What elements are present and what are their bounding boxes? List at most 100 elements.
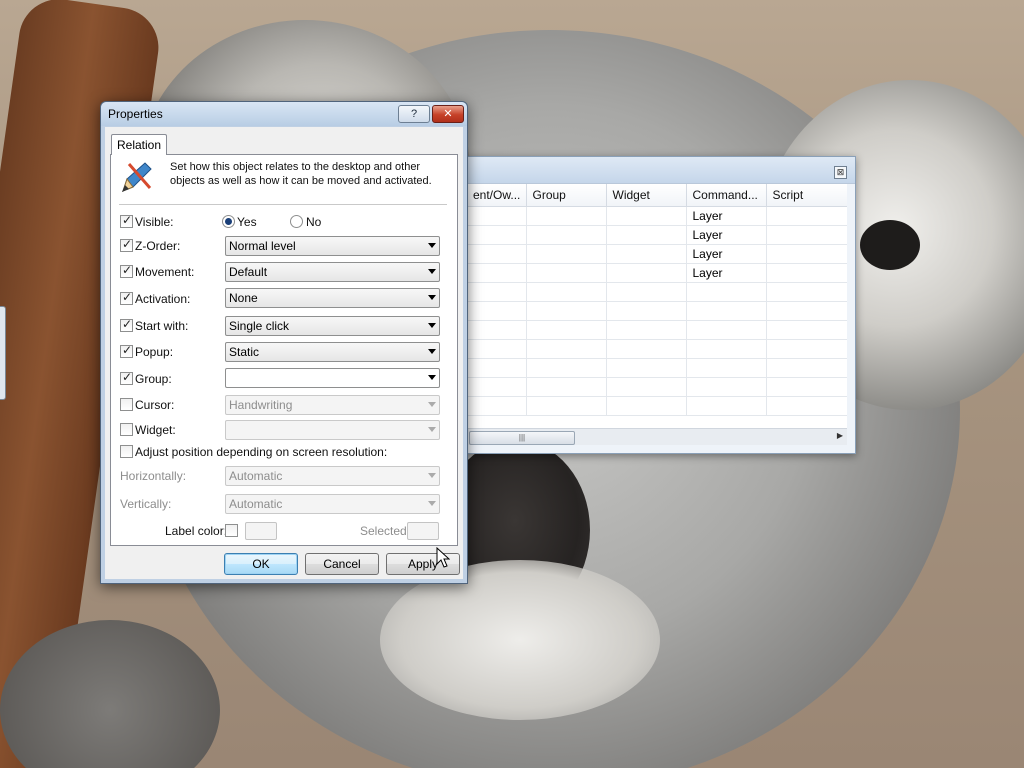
table-cell — [526, 225, 607, 245]
activation-select[interactable]: None — [225, 288, 440, 308]
startwith-checkbox[interactable]: ✓ — [120, 317, 133, 332]
table-cell — [467, 358, 527, 378]
table-cell — [467, 396, 527, 416]
grid-column-header[interactable]: Widget — [606, 184, 687, 207]
table-row[interactable]: Layer — [467, 263, 847, 283]
cancel-button[interactable]: Cancel — [305, 553, 379, 575]
grid-window-titlebar[interactable]: ⊠ — [467, 157, 855, 184]
table-cell — [467, 244, 527, 264]
table-row[interactable] — [467, 339, 847, 359]
table-cell — [467, 282, 527, 302]
table-cell — [526, 377, 607, 397]
table-row[interactable] — [467, 358, 847, 378]
visible-yes-label[interactable]: Yes — [237, 215, 257, 229]
table-cell: Layer — [686, 263, 767, 283]
scrollbar-thumb[interactable]: ||| — [469, 431, 575, 445]
visible-yes-radio[interactable] — [222, 215, 235, 228]
table-row[interactable] — [467, 396, 847, 416]
activation-value: None — [229, 291, 258, 305]
widget-checkbox[interactable] — [120, 423, 133, 436]
grid-column-header[interactable]: Script — [766, 184, 847, 207]
grid-header-row: ent/Ow... Group Widget Command... Script — [467, 184, 847, 207]
table-row[interactable] — [467, 301, 847, 321]
table-row[interactable]: Layer — [467, 244, 847, 264]
table-cell — [606, 206, 687, 226]
label-color-swatch[interactable] — [245, 522, 277, 540]
cursor-checkbox[interactable] — [120, 398, 133, 411]
adjust-position-label[interactable]: Adjust position depending on screen reso… — [135, 445, 387, 459]
properties-dialog: Properties ? ✕ Relation Set how this obj… — [100, 101, 468, 584]
help-button[interactable]: ? — [398, 105, 430, 123]
ok-button[interactable]: OK — [224, 553, 298, 575]
zorder-checkbox[interactable]: ✓ — [120, 237, 133, 252]
movement-checkbox[interactable]: ✓ — [120, 263, 133, 278]
table-cell — [467, 339, 527, 359]
dropdown-arrow-icon — [428, 243, 436, 248]
horizontally-value: Automatic — [229, 469, 283, 483]
table-cell — [686, 301, 767, 321]
popup-select[interactable]: Static — [225, 342, 440, 362]
visible-no-radio[interactable] — [290, 215, 303, 228]
table-cell — [526, 320, 607, 340]
table-cell: Layer — [686, 206, 767, 226]
table-cell — [606, 301, 687, 321]
table-row[interactable] — [467, 320, 847, 340]
relation-pencil-icon — [122, 162, 152, 192]
selected-color-swatch[interactable] — [407, 522, 439, 540]
popup-checkbox[interactable]: ✓ — [120, 343, 133, 358]
table-cell — [606, 282, 687, 302]
visible-no-label[interactable]: No — [306, 215, 321, 229]
startwith-select[interactable]: Single click — [225, 316, 440, 336]
desktop-edge-tab[interactable] — [0, 306, 6, 400]
table-row[interactable] — [467, 377, 847, 397]
table-row[interactable]: Layer — [467, 225, 847, 245]
dropdown-arrow-icon — [428, 323, 436, 328]
horizontal-scrollbar[interactable]: ||| ▶ — [467, 428, 847, 445]
check-icon: ✓ — [122, 263, 133, 277]
grid-column-header[interactable]: ent/Ow... — [467, 184, 527, 207]
grid-column-header[interactable]: Group — [526, 184, 607, 207]
label-color-label: Label color: — [165, 524, 228, 538]
label-color-checkbox[interactable] — [225, 524, 238, 537]
horizontally-label: Horizontally: — [120, 469, 187, 483]
table-cell — [467, 263, 527, 283]
widget-select[interactable] — [225, 420, 440, 440]
radio-dot-icon — [225, 218, 232, 225]
visible-checkbox[interactable]: ✓ — [120, 213, 133, 228]
mouse-pointer-icon — [436, 547, 450, 568]
group-select[interactable] — [225, 368, 440, 388]
table-cell: Layer — [686, 225, 767, 245]
table-cell — [686, 282, 767, 302]
grid-table: ent/Ow... Group Widget Command... Script Lay… — [467, 184, 847, 428]
table-cell — [766, 206, 847, 226]
close-icon[interactable]: ⊠ — [834, 166, 847, 179]
vertically-select[interactable]: Automatic — [225, 494, 440, 514]
zorder-select[interactable]: Normal level — [225, 236, 440, 256]
group-checkbox[interactable]: ✓ — [120, 370, 133, 385]
adjust-position-checkbox[interactable] — [120, 445, 133, 458]
table-cell — [467, 206, 527, 226]
tab-relation[interactable]: Relation — [111, 134, 167, 155]
table-row[interactable]: Layer — [467, 206, 847, 226]
dropdown-arrow-icon — [428, 375, 436, 380]
dialog-titlebar[interactable]: Properties ? ✕ — [101, 102, 467, 126]
activation-checkbox[interactable]: ✓ — [120, 290, 133, 305]
grid-column-header[interactable]: Command... — [686, 184, 767, 207]
check-icon: ✓ — [122, 370, 133, 384]
scroll-right-icon[interactable]: ▶ — [837, 431, 843, 440]
close-button[interactable]: ✕ — [432, 105, 464, 123]
zorder-value: Normal level — [229, 239, 296, 253]
table-cell — [526, 244, 607, 264]
table-cell — [526, 339, 607, 359]
table-cell — [686, 377, 767, 397]
dropdown-arrow-icon — [428, 427, 436, 432]
horizontally-select[interactable]: Automatic — [225, 466, 440, 486]
table-row[interactable] — [467, 282, 847, 302]
table-cell — [686, 339, 767, 359]
table-cell — [766, 377, 847, 397]
dropdown-arrow-icon — [428, 269, 436, 274]
movement-select[interactable]: Default — [225, 262, 440, 282]
table-cell — [766, 282, 847, 302]
table-cell — [467, 377, 527, 397]
cursor-select[interactable]: Handwriting — [225, 395, 440, 415]
